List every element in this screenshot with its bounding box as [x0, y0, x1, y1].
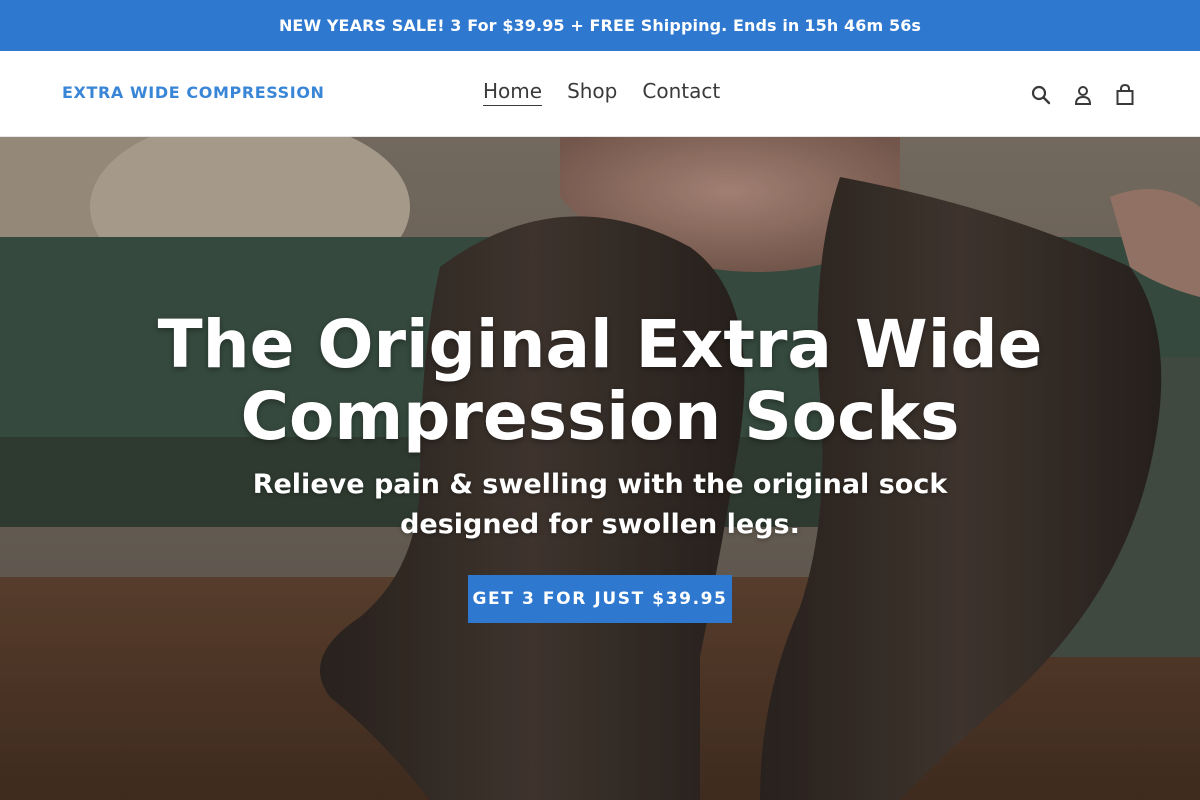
- cart-icon[interactable]: [1115, 84, 1135, 106]
- nav-item-shop[interactable]: Shop: [567, 79, 617, 106]
- nav-item-home[interactable]: Home: [483, 79, 543, 106]
- hero-banner: The Original Extra Wide Compression Sock…: [0, 137, 1200, 800]
- countdown-timer: 15h 46m 56s: [804, 16, 922, 35]
- search-icon[interactable]: [1031, 84, 1051, 106]
- account-icon[interactable]: [1073, 84, 1093, 106]
- hero-title-line-1: The Original Extra Wide: [157, 306, 1043, 383]
- site-logo[interactable]: EXTRA WIDE COMPRESSION: [62, 83, 325, 102]
- shop-now-button[interactable]: GET 3 FOR JUST $39.95: [468, 575, 732, 623]
- site-header: EXTRA WIDE COMPRESSION Home Shop Contact: [0, 51, 1200, 137]
- main-nav: Home Shop Contact: [483, 79, 720, 106]
- announcement-bar: NEW YEARS SALE! 3 For $39.95 + FREE Ship…: [0, 0, 1200, 51]
- hero-content: The Original Extra Wide Compression Sock…: [0, 309, 1200, 623]
- header-icons: [1031, 84, 1135, 106]
- hero-title: The Original Extra Wide Compression Sock…: [0, 309, 1200, 453]
- announcement-text: NEW YEARS SALE! 3 For $39.95 + FREE Ship…: [278, 16, 800, 35]
- hero-title-line-2: Compression Socks: [240, 378, 960, 455]
- hero-subtitle: Relieve pain & swelling with the origina…: [252, 469, 948, 540]
- nav-item-contact[interactable]: Contact: [642, 79, 720, 106]
